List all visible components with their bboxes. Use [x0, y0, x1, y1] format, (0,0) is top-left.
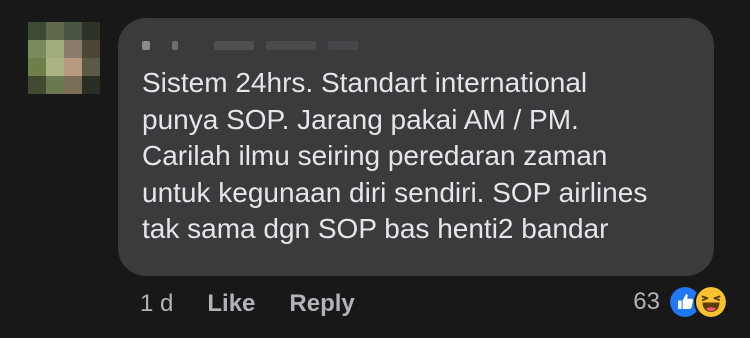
like-button[interactable]: Like	[207, 290, 255, 318]
author-name-redacted[interactable]	[142, 38, 372, 52]
reply-button[interactable]: Reply	[289, 290, 354, 318]
comment-text: Sistem 24hrs. Standart international pun…	[142, 67, 648, 244]
reactions-summary[interactable]: 63	[633, 284, 728, 320]
avatar[interactable]	[28, 22, 100, 94]
comment-timestamp[interactable]: 1 d	[140, 290, 173, 318]
haha-icon	[694, 285, 728, 319]
comment-actions: 1 d Like Reply	[140, 286, 389, 322]
reaction-count: 63	[633, 288, 660, 315]
